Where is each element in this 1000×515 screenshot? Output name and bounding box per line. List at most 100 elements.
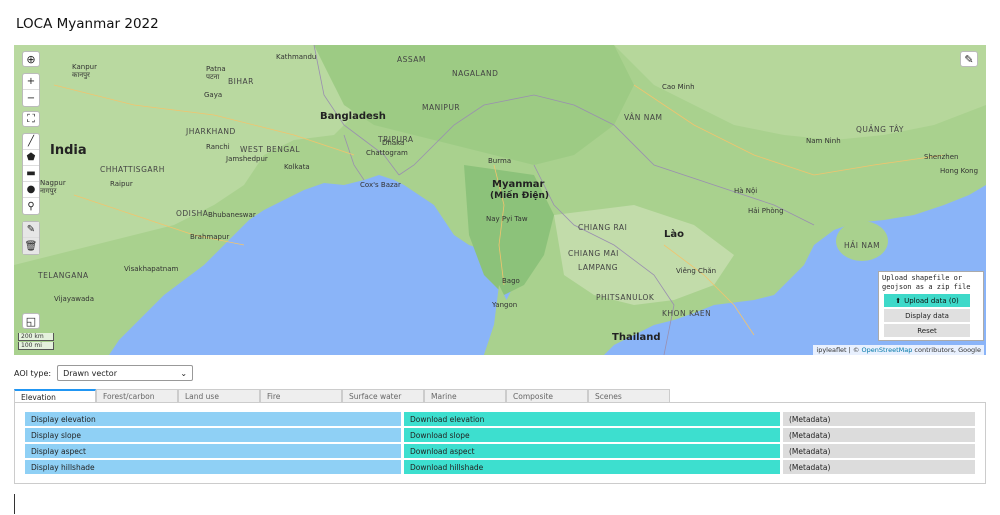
tab-marine[interactable]: Marine — [424, 389, 506, 402]
tab-surface-water[interactable]: Surface water — [342, 389, 424, 402]
map-country-label: (Miến Điện) — [490, 191, 550, 201]
map-label: BIHAR — [228, 77, 254, 86]
scale-mi: 100 mi — [18, 342, 54, 350]
map-label: CHHATTISGARH — [100, 165, 165, 174]
layers-icon: ◱ — [25, 314, 37, 328]
zoom-out-button[interactable]: − — [23, 90, 39, 106]
map-label: QUẢNG TÂY — [856, 125, 904, 134]
map-label: TRIPURA — [378, 135, 414, 144]
map-label: CHIANG RAI — [578, 223, 628, 232]
edit-icon: ✎ — [26, 224, 36, 235]
map[interactable]: Kanpur कानपुर Patna पटना BIHAR ASSAM NAG… — [14, 45, 986, 355]
aoi-type-select[interactable]: Drawn vector ⌄ — [57, 365, 194, 381]
upload-panel: Upload shapefile or geojson as a zip fil… — [878, 271, 984, 341]
fullscreen-globe-button[interactable]: ⊕ — [22, 51, 40, 67]
metadata-link[interactable]: (Metadata) — [783, 460, 975, 474]
map-country-label: Lào — [664, 229, 684, 240]
draw-marker-button[interactable]: ⚲ — [23, 198, 39, 214]
zoom-control: + − — [22, 73, 40, 107]
tab-fire[interactable]: Fire — [260, 389, 342, 402]
globe-icon: ⊕ — [26, 52, 36, 66]
map-label: LAMPANG — [578, 263, 619, 272]
map-label: NAGALAND — [452, 69, 499, 78]
tab-scenes[interactable]: Scenes — [588, 389, 670, 402]
settings-button[interactable]: ✎ — [960, 51, 978, 67]
aoi-type-label: AOI type: — [14, 368, 52, 378]
display-aspect-button[interactable]: Display aspect — [25, 444, 401, 458]
chevron-down-icon: ⌄ — [180, 368, 188, 378]
map-label: Raipur — [110, 180, 133, 188]
attribution-lib[interactable]: ipyleaflet — [816, 346, 846, 354]
reset-button[interactable]: Reset — [884, 324, 970, 337]
tab-land-use[interactable]: Land use — [178, 389, 260, 402]
table-row: Display hillshade Download hillshade (Me… — [25, 460, 975, 474]
tab-composite[interactable]: Composite — [506, 389, 588, 402]
map-label: Ranchi — [206, 143, 230, 151]
edit-layers-button[interactable]: ✎ — [23, 222, 39, 238]
draw-polygon-button[interactable]: ⬟ — [23, 150, 39, 166]
display-elevation-button[interactable]: Display elevation — [25, 412, 401, 426]
metadata-link[interactable]: (Metadata) — [783, 428, 975, 442]
map-label: Patna — [206, 65, 226, 73]
download-hillshade-button[interactable]: Download hillshade — [404, 460, 780, 474]
polygon-icon: ⬟ — [26, 152, 36, 163]
download-slope-button[interactable]: Download slope — [404, 428, 780, 442]
map-label: HẢI NAM — [844, 241, 881, 250]
map-label: पटना — [206, 73, 220, 81]
scale-km: 200 km — [18, 333, 54, 341]
upload-hint: Upload shapefile or geojson as a zip fil… — [882, 274, 971, 291]
upload-icon: ⬆ — [895, 296, 902, 305]
map-label: Nam Ninh — [806, 137, 841, 145]
metadata-link[interactable]: (Metadata) — [783, 412, 975, 426]
edit-toolbar: ✎ 🗑 — [22, 221, 40, 255]
scale-bar: 200 km 100 mi — [18, 333, 54, 351]
upload-data-button[interactable]: ⬆ Upload data (0) — [884, 294, 970, 307]
map-label: Jamshedpur — [226, 155, 268, 163]
map-label: Kanpur — [72, 63, 97, 71]
map-country-label: India — [50, 143, 87, 158]
map-label: Chattogram — [366, 149, 408, 157]
osm-link[interactable]: OpenStreetMap — [862, 346, 913, 354]
table-row: Display elevation Download elevation (Me… — [25, 412, 975, 426]
map-country-label: Bangladesh — [320, 111, 386, 122]
polyline-icon: ╱ — [27, 136, 35, 147]
tab-forest-carbon[interactable]: Forest/carbon — [96, 389, 178, 402]
attribution-rest: contributors, Google — [912, 346, 981, 354]
map-label: Hong Kong — [940, 167, 979, 175]
delete-layers-button[interactable]: 🗑 — [23, 238, 39, 254]
fullscreen-button[interactable]: ⛶ — [22, 111, 40, 127]
display-data-button[interactable]: Display data — [884, 309, 970, 322]
aoi-type-row: AOI type: Drawn vector ⌄ — [14, 365, 194, 381]
map-label: Cao Minh — [662, 83, 695, 91]
tab-bar: Elevation Forest/carbon Land use Fire Su… — [14, 389, 670, 403]
map-label: PHITSANULOK — [596, 293, 655, 302]
layers-button[interactable]: ◱ — [22, 313, 40, 329]
trash-icon: 🗑 — [24, 240, 38, 252]
map-label: Burma — [488, 157, 512, 165]
map-label: नागपुर — [40, 187, 57, 195]
display-hillshade-button[interactable]: Display hillshade — [25, 460, 401, 474]
map-country-label: Myanmar — [492, 179, 545, 190]
wrench-icon: ✎ — [964, 52, 974, 66]
metadata-link[interactable]: (Metadata) — [783, 444, 975, 458]
display-slope-button[interactable]: Display slope — [25, 428, 401, 442]
map-label: Kolkata — [284, 163, 310, 171]
map-label: VÂN NAM — [624, 113, 663, 122]
map-label: Nay Pyi Taw — [486, 215, 528, 223]
map-label: MANIPUR — [422, 103, 461, 112]
draw-polyline-button[interactable]: ╱ — [23, 134, 39, 150]
map-label: CHIANG MAI — [568, 249, 619, 258]
map-label: ODISHA — [176, 209, 209, 218]
map-label: Vijayawada — [54, 295, 94, 303]
draw-rectangle-button[interactable]: ▬ — [23, 166, 39, 182]
zoom-in-button[interactable]: + — [23, 74, 39, 90]
map-label: JHARKHAND — [186, 127, 236, 136]
rectangle-icon: ▬ — [26, 168, 36, 179]
download-aspect-button[interactable]: Download aspect — [404, 444, 780, 458]
map-label: Kathmandu — [276, 53, 317, 61]
map-label: WEST BENGAL — [240, 145, 300, 154]
download-elevation-button[interactable]: Download elevation — [404, 412, 780, 426]
tab-elevation[interactable]: Elevation — [14, 389, 96, 403]
circle-icon: ● — [26, 184, 36, 195]
draw-circle-button[interactable]: ● — [23, 182, 39, 198]
